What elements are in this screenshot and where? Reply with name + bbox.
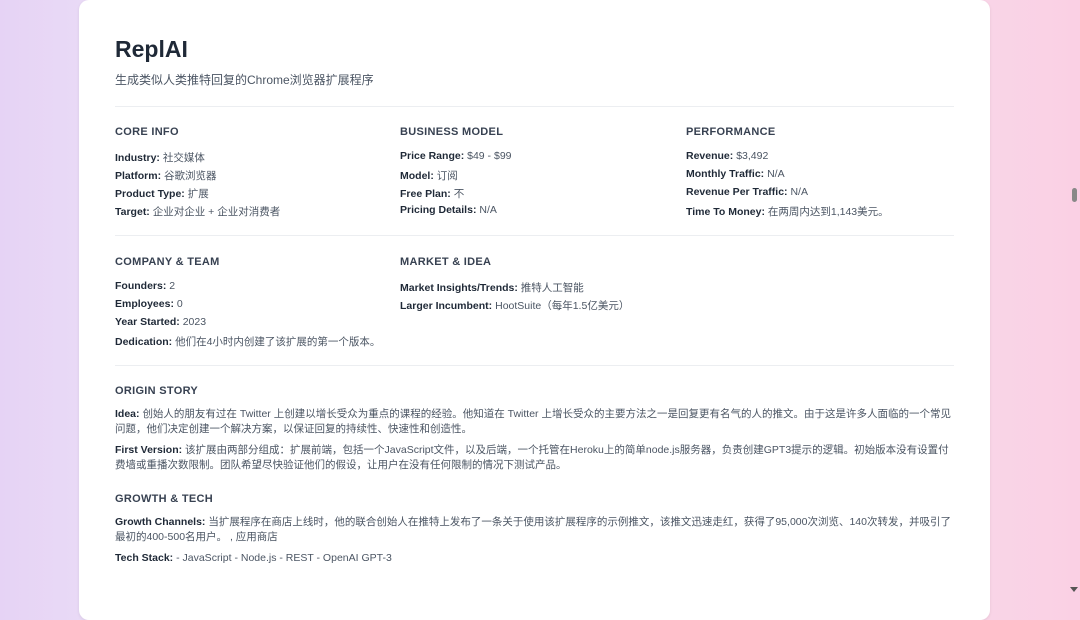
field-label: Monthly Traffic:	[686, 168, 765, 180]
field-price-range: Price Range: $49 - $99	[400, 150, 512, 162]
field-model: Model: 订阅	[400, 168, 458, 183]
field-industry: Industry: 社交媒体	[115, 150, 205, 165]
growth-tech-heading: GROWTH & TECH	[115, 493, 214, 505]
field-revenue: Revenue: $3,492	[686, 150, 768, 162]
origin-story-heading: ORIGIN STORY	[115, 385, 199, 397]
field-value: 他们在4小时内创建了该扩展的第一个版本。	[175, 336, 381, 348]
field-label: Idea:	[115, 408, 140, 420]
field-value: 该扩展由两部分组成：扩展前端，包括一个JavaScript文件，以及后端，一个托…	[115, 444, 949, 471]
field-value: 谷歌浏览器	[164, 170, 217, 182]
field-value: N/A	[790, 186, 808, 198]
field-pricing-details: Pricing Details: N/A	[400, 204, 497, 216]
startup-detail-card: ReplAI 生成类似人类推特回复的Chrome浏览器扩展程序 CORE INF…	[79, 0, 990, 620]
field-value: 0	[176, 298, 183, 310]
field-value: HootSuite（每年1.5亿美元）	[495, 300, 630, 312]
field-label: Industry:	[115, 152, 160, 164]
market-idea-heading: MARKET & IDEA	[400, 256, 492, 268]
field-market-insights: Market Insights/Trends: 推特人工智能	[400, 280, 584, 295]
field-label: Larger Incumbent:	[400, 300, 493, 312]
divider	[115, 365, 954, 366]
company-team-heading: COMPANY & TEAM	[115, 256, 220, 268]
performance-heading: PERFORMANCE	[686, 126, 776, 138]
field-employees: Employees: 0	[115, 298, 183, 310]
field-label: Platform:	[115, 170, 162, 182]
field-free-plan: Free Plan: 不	[400, 186, 464, 201]
field-value: N/A	[767, 168, 785, 180]
field-larger-incumbent: Larger Incumbent: HootSuite（每年1.5亿美元）	[400, 298, 629, 313]
field-label: Year Started:	[115, 316, 180, 328]
field-label: Price Range:	[400, 150, 465, 162]
field-value: N/A	[479, 204, 497, 216]
page-title: ReplAI	[115, 36, 188, 62]
core-info-heading: CORE INFO	[115, 126, 179, 138]
field-value: 2	[169, 280, 176, 292]
field-label: Time To Money:	[686, 206, 765, 218]
field-value: $3,492	[736, 150, 769, 162]
field-value: 不	[453, 188, 465, 200]
field-monthly-traffic: Monthly Traffic: N/A	[686, 168, 785, 180]
field-label: Dedication:	[115, 336, 173, 348]
field-label: Tech Stack:	[115, 552, 174, 564]
field-value: $49 - $99	[467, 150, 512, 162]
field-value: 社交媒体	[162, 152, 205, 164]
field-label: Revenue Per Traffic:	[686, 186, 788, 198]
field-value: 扩展	[187, 188, 209, 200]
field-founders: Founders: 2	[115, 280, 175, 292]
field-label: Employees:	[115, 298, 174, 310]
field-value: - JavaScript - Node.js - REST - OpenAI G…	[176, 552, 392, 564]
field-platform: Platform: 谷歌浏览器	[115, 168, 217, 183]
field-value: 订阅	[436, 170, 458, 182]
field-label: Market Insights/Trends:	[400, 282, 518, 294]
origin-first-version: First Version: 该扩展由两部分组成：扩展前端，包括一个JavaSc…	[115, 443, 954, 473]
field-value: 当扩展程序在商店上线时，他的联合创始人在推特上发布了一条关于使用该扩展程序的示例…	[115, 516, 951, 543]
field-value: 在两周内达到1,143美元。	[767, 206, 889, 218]
field-label: Revenue:	[686, 150, 734, 162]
field-label: Target:	[115, 206, 150, 218]
business-model-heading: BUSINESS MODEL	[400, 126, 504, 138]
growth-channels: Growth Channels: 当扩展程序在商店上线时，他的联合创始人在推特上…	[115, 515, 954, 545]
field-label: Founders:	[115, 280, 167, 292]
field-label: Growth Channels:	[115, 516, 206, 528]
field-dedication: Dedication: 他们在4小时内创建了该扩展的第一个版本。	[115, 334, 380, 349]
page-scrollbar[interactable]	[1068, 0, 1080, 594]
page-subtitle: 生成类似人类推特回复的Chrome浏览器扩展程序	[115, 73, 374, 87]
field-label: Product Type:	[115, 188, 185, 200]
divider	[115, 106, 954, 107]
tech-stack: Tech Stack: - JavaScript - Node.js - RES…	[115, 551, 954, 566]
scrollbar-thumb[interactable]	[1072, 188, 1077, 202]
field-product-type: Product Type: 扩展	[115, 186, 209, 201]
field-value: 2023	[182, 316, 207, 328]
scroll-down-arrow-icon[interactable]	[1070, 587, 1078, 592]
field-value: 推特人工智能	[520, 282, 584, 294]
field-label: Model:	[400, 170, 434, 182]
field-time-to-money: Time To Money: 在两周内达到1,143美元。	[686, 204, 889, 219]
field-label: Free Plan:	[400, 188, 451, 200]
field-year-started: Year Started: 2023	[115, 316, 206, 328]
field-value: 创始人的朋友有过在 Twitter 上创建以增长受众为重点的课程的经验。他知道在…	[115, 408, 951, 435]
field-label: Pricing Details:	[400, 204, 477, 216]
field-label: First Version:	[115, 444, 183, 456]
origin-idea: Idea: 创始人的朋友有过在 Twitter 上创建以增长受众为重点的课程的经…	[115, 407, 954, 437]
field-revenue-per-traffic: Revenue Per Traffic: N/A	[686, 186, 808, 198]
field-value: 企业对企业 + 企业对消费者	[152, 206, 281, 218]
field-target: Target: 企业对企业 + 企业对消费者	[115, 204, 280, 219]
divider	[115, 235, 954, 236]
